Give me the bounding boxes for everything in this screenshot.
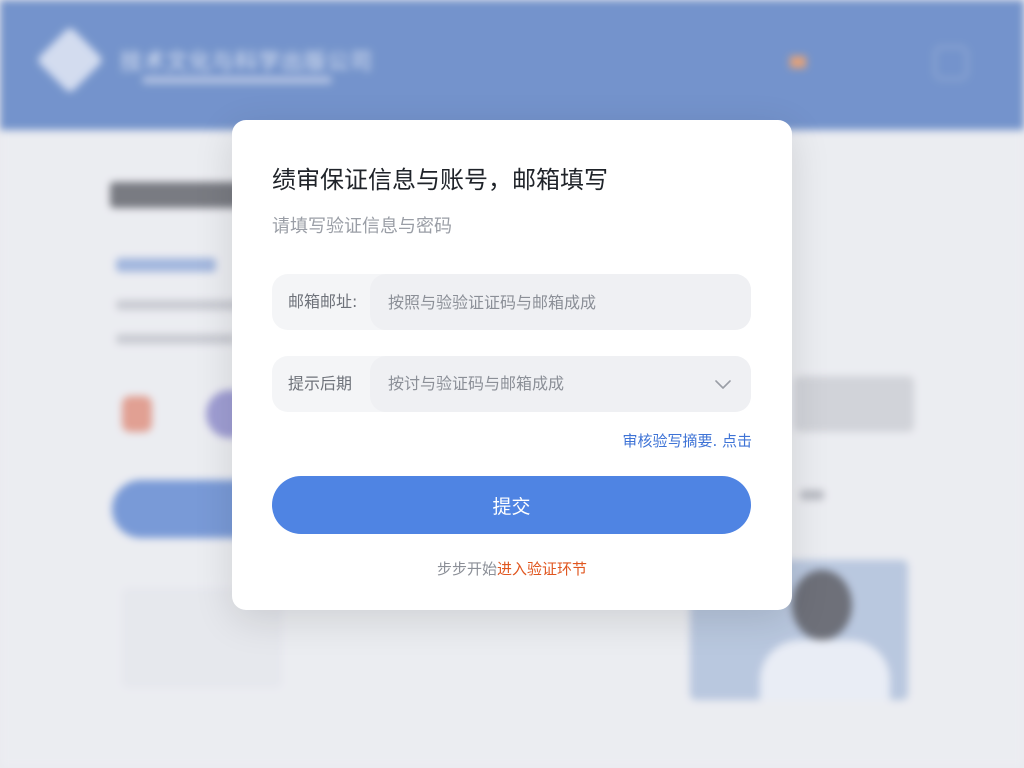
verification-dialog: 绩审保证信息与账号，邮箱填写 请填写验证信息与密码 邮箱邮址: 提示后期 按讨与… <box>232 120 792 610</box>
email-field-container <box>370 274 751 330</box>
email-row: 邮箱邮址: <box>272 274 751 330</box>
dialog-footer: 步步开始进入验证环节 <box>232 558 792 579</box>
period-select[interactable]: 按讨与验证码与邮箱成成 <box>370 356 751 412</box>
submit-button[interactable]: 提交 <box>272 476 751 534</box>
enter-verification-link[interactable]: 进入验证环节 <box>497 560 587 578</box>
footer-text: 步步开始 <box>436 560 497 578</box>
dialog-title: 绩审保证信息与账号，邮箱填写 <box>272 166 608 194</box>
dialog-subtitle: 请填写验证信息与密码 <box>272 216 452 237</box>
period-row: 提示后期 按讨与验证码与邮箱成成 <box>272 356 751 412</box>
period-label: 提示后期 <box>288 374 353 393</box>
chevron-down-icon <box>715 380 731 389</box>
email-label: 邮箱邮址: <box>288 292 358 311</box>
email-input[interactable] <box>370 274 751 330</box>
help-link[interactable]: 审核验写摘要. 点击 <box>622 430 752 451</box>
period-selected-value: 按讨与验证码与邮箱成成 <box>388 374 565 393</box>
